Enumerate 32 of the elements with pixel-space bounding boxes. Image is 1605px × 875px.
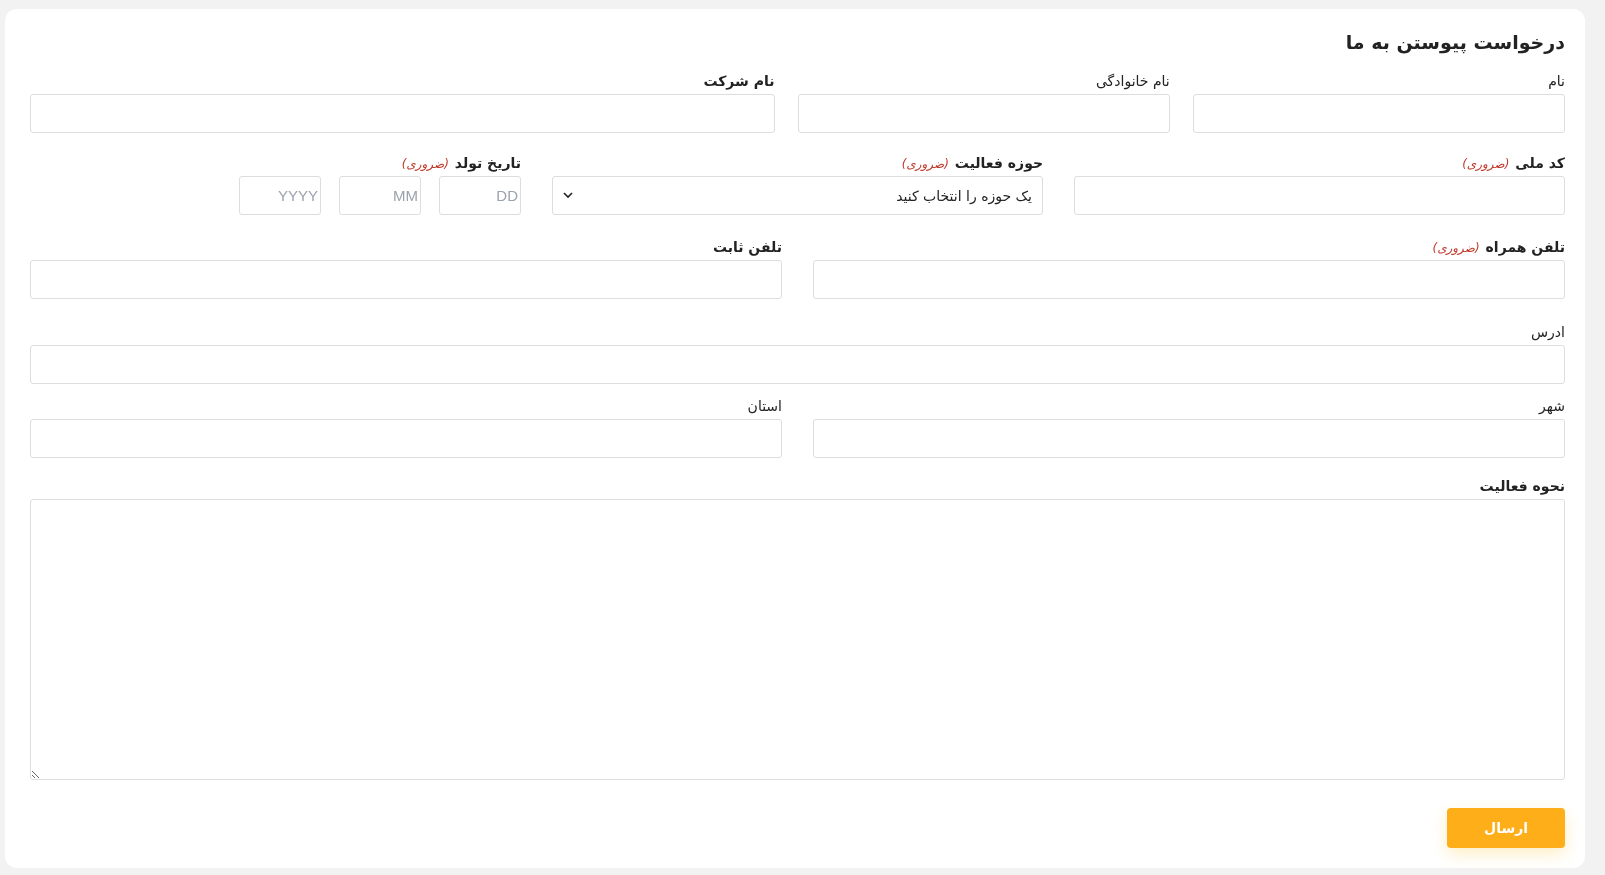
field-label: تلفن ثابت bbox=[712, 239, 782, 255]
date-part-field[interactable]: YYYY bbox=[239, 176, 321, 215]
text-field[interactable] bbox=[797, 94, 1170, 133]
text-field[interactable] bbox=[30, 419, 782, 458]
text-area[interactable] bbox=[30, 499, 1565, 780]
text-field[interactable] bbox=[30, 94, 775, 133]
text-field[interactable] bbox=[813, 419, 1565, 458]
text-field[interactable] bbox=[30, 260, 782, 299]
text-field[interactable] bbox=[1192, 94, 1565, 133]
required-note: (ضروری) bbox=[401, 157, 449, 171]
text-field[interactable] bbox=[30, 345, 1565, 384]
text-field[interactable] bbox=[1074, 176, 1565, 215]
date-part-field[interactable]: MM bbox=[339, 176, 421, 215]
field-label: نام شرکت bbox=[703, 73, 775, 89]
field-label: تلفن همراه bbox=[1485, 239, 1565, 255]
text-field[interactable] bbox=[813, 260, 1565, 299]
field-label: کد ملی bbox=[1515, 155, 1565, 171]
date-part-field[interactable]: DD bbox=[439, 176, 521, 215]
field-label: نام خانوادگی bbox=[1095, 73, 1170, 89]
field-label: نحوه فعالیت bbox=[1479, 478, 1565, 494]
field-label: تاریخ تولد bbox=[454, 155, 521, 171]
field-label: استان bbox=[747, 398, 782, 414]
field-label: نام bbox=[1548, 73, 1565, 89]
field-label: شهر bbox=[1539, 398, 1565, 414]
chevron-down-icon bbox=[563, 192, 573, 199]
required-note: (ضروری) bbox=[1462, 157, 1510, 171]
required-note: (ضروری) bbox=[901, 157, 949, 171]
select-field[interactable]: یک حوزه را انتخاب کنید bbox=[552, 176, 1043, 215]
field-label: ادرس bbox=[1531, 324, 1565, 340]
field-label: حوزه فعالیت bbox=[954, 155, 1043, 171]
form-title: درخواست پیوستن به ما bbox=[1344, 31, 1565, 53]
required-note: (ضروری) bbox=[1432, 241, 1480, 255]
